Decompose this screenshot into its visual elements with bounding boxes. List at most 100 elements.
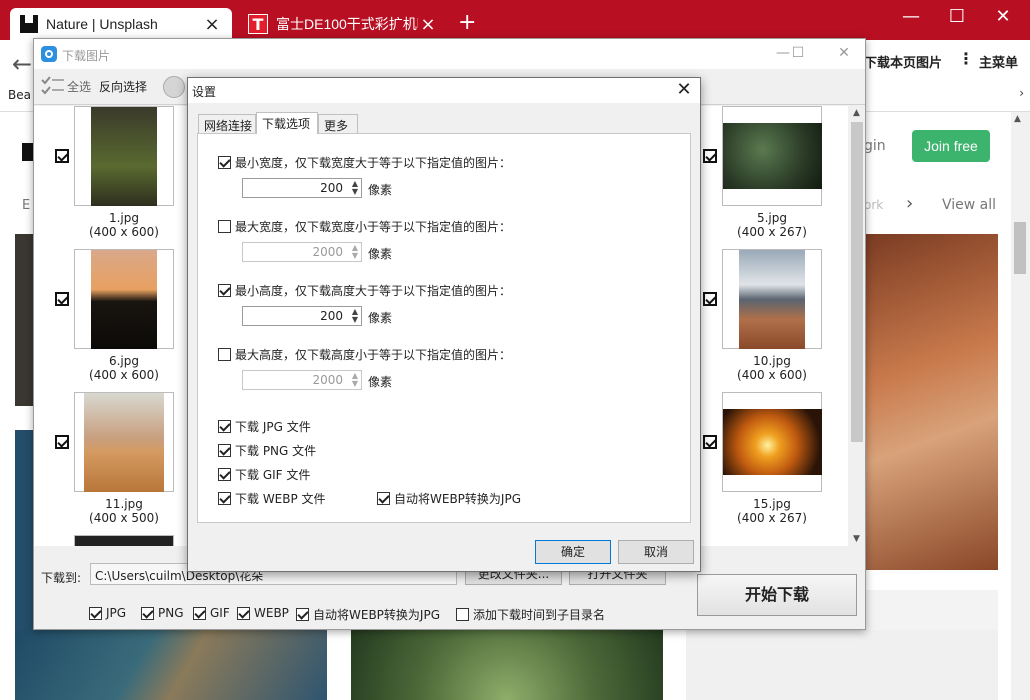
- option-convert-webp[interactable]: 自动将WEBP转换为JPG: [296, 606, 440, 623]
- tab-network[interactable]: 网络连接: [198, 114, 256, 134]
- checkbox[interactable]: [218, 220, 231, 233]
- tab-unsplash[interactable]: Nature | Unsplash ×: [10, 8, 232, 40]
- chevron-right-icon[interactable]: ›: [1019, 86, 1024, 100]
- checkbox[interactable]: [218, 444, 231, 457]
- topic-fragment[interactable]: ork: [864, 198, 883, 212]
- tab-more[interactable]: 更多: [318, 114, 358, 134]
- start-download-button[interactable]: 开始下载: [697, 574, 857, 616]
- maximize-icon[interactable]: ☐: [783, 45, 813, 61]
- invert-selection-button[interactable]: 反向选择: [99, 78, 147, 95]
- login-link[interactable]: gin: [864, 138, 886, 154]
- thumbnail-item[interactable]: 11.jpg (400 x 500): [74, 392, 174, 525]
- option-jpg[interactable]: JPG: [89, 606, 126, 620]
- checkbox[interactable]: [456, 608, 469, 621]
- main-menu-button[interactable]: 主菜单: [979, 52, 1018, 71]
- tab-fuji[interactable]: T 富士DE100干式彩扩机喷 ×: [238, 8, 448, 40]
- close-icon[interactable]: ✕: [674, 79, 694, 100]
- checkbox[interactable]: [218, 492, 231, 505]
- checkbox[interactable]: [237, 606, 250, 620]
- close-icon[interactable]: ×: [418, 14, 438, 35]
- checkbox[interactable]: [218, 156, 231, 169]
- ok-button[interactable]: 确定: [535, 540, 611, 564]
- option-gif[interactable]: GIF: [193, 606, 230, 620]
- checkbox[interactable]: [377, 492, 390, 505]
- thumbnail-item[interactable]: 6.jpg (400 x 600): [74, 249, 174, 382]
- thumbnail-scrollbar[interactable]: ▲ ▼: [849, 106, 865, 546]
- scroll-up-icon[interactable]: ▲: [853, 108, 860, 118]
- checkbox[interactable]: [296, 608, 309, 621]
- min-width-input[interactable]: 200 ▲ ▼: [242, 178, 362, 198]
- thumbnail-item[interactable]: 15.jpg (400 x 267): [722, 392, 822, 525]
- download-png-option[interactable]: 下载 PNG 文件: [218, 442, 316, 459]
- option-add-time-subdir[interactable]: 添加下载时间到子目录名: [456, 606, 605, 623]
- download-gif-option[interactable]: 下载 GIF 文件: [218, 466, 310, 483]
- minimize-icon[interactable]: —: [896, 6, 926, 27]
- thumbnail-checkbox[interactable]: [55, 292, 69, 306]
- checkbox[interactable]: [193, 606, 206, 620]
- download-page-images-button[interactable]: 下载本页图片: [864, 52, 942, 71]
- cancel-button[interactable]: 取消: [618, 540, 694, 564]
- max-width-input[interactable]: 2000 ▲ ▼: [242, 242, 362, 262]
- min-height-input[interactable]: 200 ▲ ▼: [242, 306, 362, 326]
- checkbox[interactable]: [218, 284, 231, 297]
- thumbnail-image: [91, 107, 157, 206]
- photo-tile[interactable]: [351, 630, 663, 700]
- close-window-icon[interactable]: ✕: [988, 6, 1018, 27]
- download-webp-option[interactable]: 下载 WEBP 文件: [218, 490, 326, 507]
- spinner-arrows-icon[interactable]: ▲ ▼: [352, 308, 358, 324]
- thumbnail-checkbox[interactable]: [703, 435, 717, 449]
- disc-icon[interactable]: [163, 76, 185, 98]
- spinner-arrows-icon[interactable]: ▲ ▼: [352, 244, 358, 260]
- thumbnail-item[interactable]: 5.jpg (400 x 267): [722, 106, 822, 239]
- spinner-arrows-icon[interactable]: ▲ ▼: [352, 180, 358, 196]
- checkbox[interactable]: [218, 420, 231, 433]
- min-height-option[interactable]: 最小高度，仅下载高度大于等于以下指定值的图片：: [218, 282, 511, 299]
- checkbox[interactable]: [218, 468, 231, 481]
- download-jpg-option[interactable]: 下载 JPG 文件: [218, 418, 311, 435]
- photo-tile[interactable]: [15, 234, 33, 406]
- min-width-option[interactable]: 最小宽度，仅下载宽度大于等于以下指定值的图片：: [218, 154, 511, 171]
- kebab-menu-icon[interactable]: ⋮: [958, 49, 974, 68]
- tab-download-options[interactable]: 下载选项: [256, 112, 318, 134]
- thumbnail-checkbox[interactable]: [55, 435, 69, 449]
- maximize-icon[interactable]: ☐: [942, 6, 972, 27]
- photo-tile[interactable]: [686, 630, 998, 700]
- scroll-up-icon[interactable]: ▲: [1014, 114, 1021, 124]
- photo-tile[interactable]: [860, 234, 998, 570]
- convert-webp-option[interactable]: 自动将WEBP转换为JPG: [377, 490, 521, 507]
- back-arrow-icon[interactable]: ←: [12, 50, 32, 78]
- photo-tile[interactable]: [15, 630, 327, 700]
- thumbnail-item[interactable]: [74, 535, 174, 546]
- close-icon[interactable]: ✕: [829, 45, 859, 61]
- max-width-option[interactable]: 最大宽度，仅下载宽度小于等于以下指定值的图片：: [218, 218, 511, 235]
- checkbox[interactable]: [141, 606, 154, 620]
- thumbnail-checkbox[interactable]: [703, 149, 717, 163]
- photo-tile[interactable]: [15, 430, 33, 630]
- option-png[interactable]: PNG: [141, 606, 184, 620]
- thumbnail-item[interactable]: 10.jpg (400 x 600): [722, 249, 822, 382]
- bookmark-fragment[interactable]: Bea: [8, 88, 31, 102]
- checkbox[interactable]: [218, 348, 231, 361]
- spinner-arrows-icon[interactable]: ▲ ▼: [352, 372, 358, 388]
- chevron-right-icon[interactable]: ›: [906, 193, 913, 214]
- join-free-button[interactable]: Join free: [912, 130, 990, 162]
- thumbnail-checkbox[interactable]: [703, 292, 717, 306]
- page-scroll-thumb[interactable]: [1014, 222, 1026, 274]
- thumbnail-item[interactable]: 1.jpg (400 x 600): [74, 106, 174, 239]
- new-tab-icon[interactable]: +: [458, 10, 476, 35]
- option-label: 最大宽度，仅下载宽度小于等于以下指定值的图片：: [235, 220, 512, 234]
- checkbox[interactable]: [89, 606, 102, 620]
- close-icon[interactable]: ×: [202, 14, 222, 35]
- thumbnail-checkbox[interactable]: [55, 149, 69, 163]
- scroll-thumb[interactable]: [851, 122, 863, 442]
- page-scrollbar[interactable]: [1011, 112, 1030, 700]
- nav-fragment[interactable]: E: [22, 198, 30, 213]
- select-all-icon[interactable]: [40, 75, 64, 97]
- select-all-button[interactable]: 全选: [67, 78, 91, 95]
- scroll-down-icon[interactable]: ▼: [853, 534, 860, 544]
- option-webp[interactable]: WEBP: [237, 606, 289, 620]
- max-height-option[interactable]: 最大高度，仅下载高度小于等于以下指定值的图片：: [218, 346, 511, 363]
- view-all-link[interactable]: View all: [942, 197, 996, 213]
- option-label: 添加下载时间到子目录名: [473, 608, 606, 622]
- max-height-input[interactable]: 2000 ▲ ▼: [242, 370, 362, 390]
